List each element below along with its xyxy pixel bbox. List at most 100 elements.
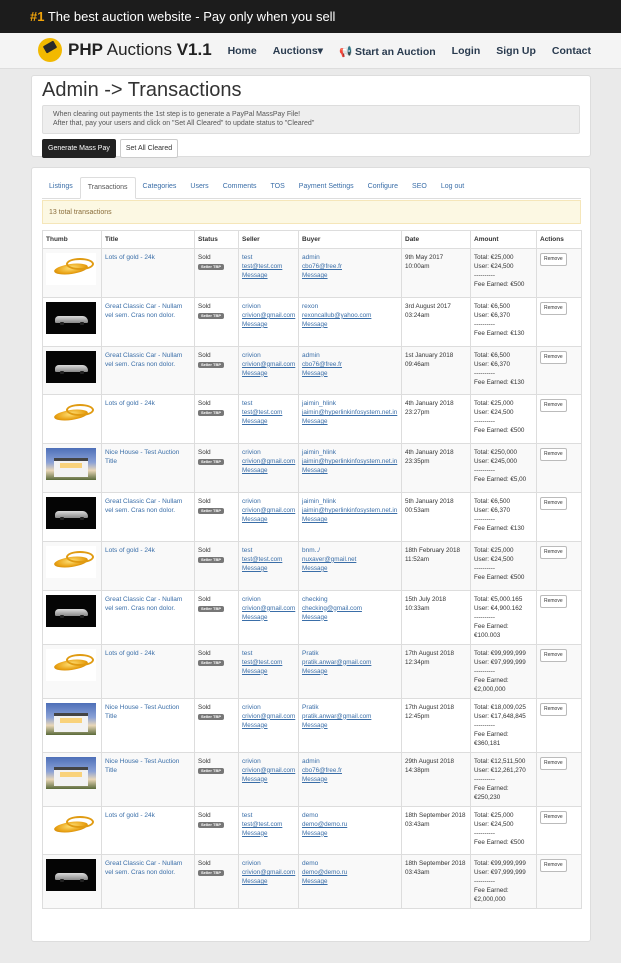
remove-button[interactable]: Remove xyxy=(540,350,567,364)
tab-transactions[interactable]: Transactions xyxy=(79,177,136,199)
nav-item-2[interactable]: 📢 Start an Auction xyxy=(339,45,436,58)
item-title-link[interactable]: Lots of gold - 24k xyxy=(105,253,191,262)
gold-thumbnail[interactable] xyxy=(46,648,96,681)
item-title-link[interactable]: Lots of gold - 24k xyxy=(105,546,191,555)
remove-button[interactable]: Remove xyxy=(540,859,567,873)
remove-button[interactable]: Remove xyxy=(540,756,567,770)
seller-name-link[interactable]: crivion xyxy=(242,595,295,604)
seller-message-link[interactable]: Message xyxy=(242,877,295,886)
buyer-name-link[interactable]: demo xyxy=(302,859,398,868)
gold-thumbnail[interactable] xyxy=(46,253,96,285)
remove-button[interactable]: Remove xyxy=(540,594,567,608)
tab-payment-settings[interactable]: Payment Settings xyxy=(292,177,361,199)
remove-button[interactable]: Remove xyxy=(540,301,567,315)
seller-name-link[interactable]: test xyxy=(242,649,295,658)
seller-email-link[interactable]: crivion@gmail.com xyxy=(242,360,295,369)
remove-button[interactable]: Remove xyxy=(540,399,567,413)
buyer-message-link[interactable]: Message xyxy=(302,369,398,378)
seller-message-link[interactable]: Message xyxy=(242,271,295,280)
seller-name-link[interactable]: test xyxy=(242,253,295,262)
tab-listings[interactable]: Listings xyxy=(42,177,80,199)
buyer-email-link[interactable]: pratik.anwar@gmail.com xyxy=(302,658,398,667)
gold-thumbnail[interactable] xyxy=(46,399,96,432)
remove-button[interactable]: Remove xyxy=(540,702,567,716)
buyer-email-link[interactable]: jaimin@hyperlinkinfosystem.net.in xyxy=(302,457,398,466)
buyer-email-link[interactable]: demo@demo.ru xyxy=(302,820,398,829)
buyer-email-link[interactable]: checking@gmail.com xyxy=(302,604,398,613)
seller-message-link[interactable]: Message xyxy=(242,721,295,730)
seller-name-link[interactable]: crivion xyxy=(242,351,295,360)
seller-message-link[interactable]: Message xyxy=(242,466,295,475)
item-title-link[interactable]: Great Classic Car - Nullam vel sem. Cras… xyxy=(105,859,191,877)
seller-email-link[interactable]: test@test.com xyxy=(242,408,295,417)
buyer-email-link[interactable]: demo@demo.ru xyxy=(302,868,398,877)
seller-name-link[interactable]: crivion xyxy=(242,859,295,868)
seller-name-link[interactable]: crivion xyxy=(242,497,295,506)
buyer-message-link[interactable]: Message xyxy=(302,271,398,280)
seller-message-link[interactable]: Message xyxy=(242,320,295,329)
seller-name-link[interactable]: test xyxy=(242,546,295,555)
seller-message-link[interactable]: Message xyxy=(242,369,295,378)
seller-email-link[interactable]: test@test.com xyxy=(242,820,295,829)
car-thumbnail[interactable] xyxy=(46,350,96,383)
buyer-email-link[interactable]: cbo76@free.fr xyxy=(302,360,398,369)
seller-email-link[interactable]: test@test.com xyxy=(242,658,295,667)
item-title-link[interactable]: Great Classic Car - Nullam vel sem. Cras… xyxy=(105,595,191,613)
seller-email-link[interactable]: crivion@gmail.com xyxy=(242,712,295,721)
remove-button[interactable]: Remove xyxy=(540,253,567,266)
buyer-message-link[interactable]: Message xyxy=(302,320,398,329)
car-thumbnail[interactable] xyxy=(46,859,96,892)
buyer-email-link[interactable]: pratik.anwar@gmail.com xyxy=(302,712,398,721)
item-title-link[interactable]: Great Classic Car - Nullam vel sem. Cras… xyxy=(105,351,191,369)
item-title-link[interactable]: Great Classic Car - Nullam vel sem. Cras… xyxy=(105,302,191,320)
seller-email-link[interactable]: test@test.com xyxy=(242,262,295,271)
buyer-name-link[interactable]: Pratik xyxy=(302,703,398,712)
nav-item-3[interactable]: Login xyxy=(452,45,481,57)
buyer-email-link[interactable]: cbo76@free.fr xyxy=(302,766,398,775)
item-title-link[interactable]: Lots of gold - 24k xyxy=(105,399,191,408)
buyer-message-link[interactable]: Message xyxy=(302,417,398,426)
tab-log-out[interactable]: Log out xyxy=(434,177,471,199)
buyer-message-link[interactable]: Message xyxy=(302,667,398,676)
buyer-email-link[interactable]: jaimin@hyperlinkinfosystem.net.in xyxy=(302,506,398,515)
car-thumbnail[interactable] xyxy=(46,301,96,334)
seller-email-link[interactable]: crivion@gmail.com xyxy=(242,457,295,466)
tab-comments[interactable]: Comments xyxy=(216,177,264,199)
buyer-message-link[interactable]: Message xyxy=(302,466,398,475)
seller-email-link[interactable]: crivion@gmail.com xyxy=(242,868,295,877)
seller-message-link[interactable]: Message xyxy=(242,515,295,524)
buyer-name-link[interactable]: jaimin_hlink xyxy=(302,448,398,457)
buyer-name-link[interactable]: admin xyxy=(302,757,398,766)
buyer-email-link[interactable]: rexoncallub@yahoo.com xyxy=(302,311,398,320)
item-title-link[interactable]: Lots of gold - 24k xyxy=(105,811,191,820)
item-title-link[interactable]: Nice House - Test Auction Title xyxy=(105,448,191,466)
set-all-cleared-button[interactable]: Set All Cleared xyxy=(119,139,179,158)
buyer-name-link[interactable]: rexon xyxy=(302,302,398,311)
house-thumbnail[interactable] xyxy=(46,702,96,735)
seller-message-link[interactable]: Message xyxy=(242,829,295,838)
seller-message-link[interactable]: Message xyxy=(242,775,295,784)
seller-message-link[interactable]: Message xyxy=(242,564,295,573)
seller-email-link[interactable]: crivion@gmail.com xyxy=(242,311,295,320)
buyer-message-link[interactable]: Message xyxy=(302,515,398,524)
item-title-link[interactable]: Great Classic Car - Nullam vel sem. Cras… xyxy=(105,497,191,515)
seller-name-link[interactable]: crivion xyxy=(242,703,295,712)
buyer-message-link[interactable]: Message xyxy=(302,877,398,886)
nav-item-0[interactable]: Home xyxy=(228,45,257,57)
tab-seo[interactable]: SEO xyxy=(405,177,434,199)
generate-mass-pay-button[interactable]: Generate Mass Pay xyxy=(42,139,116,158)
remove-button[interactable]: Remove xyxy=(540,810,567,824)
nav-item-1[interactable]: Auctions▾ xyxy=(273,45,323,57)
remove-button[interactable]: Remove xyxy=(540,545,567,559)
buyer-message-link[interactable]: Message xyxy=(302,775,398,784)
tab-tos[interactable]: TOS xyxy=(264,177,292,199)
item-title-link[interactable]: Nice House - Test Auction Title xyxy=(105,757,191,775)
buyer-email-link[interactable]: nuxaver@gmail.net xyxy=(302,555,398,564)
seller-message-link[interactable]: Message xyxy=(242,667,295,676)
buyer-email-link[interactable]: jaimin@hyperlinkinfosystem.net.in xyxy=(302,408,398,417)
buyer-message-link[interactable]: Message xyxy=(302,829,398,838)
gold-thumbnail[interactable] xyxy=(46,810,96,843)
seller-email-link[interactable]: crivion@gmail.com xyxy=(242,604,295,613)
buyer-name-link[interactable]: jaimin_hlink xyxy=(302,399,398,408)
tab-users[interactable]: Users xyxy=(183,177,215,199)
